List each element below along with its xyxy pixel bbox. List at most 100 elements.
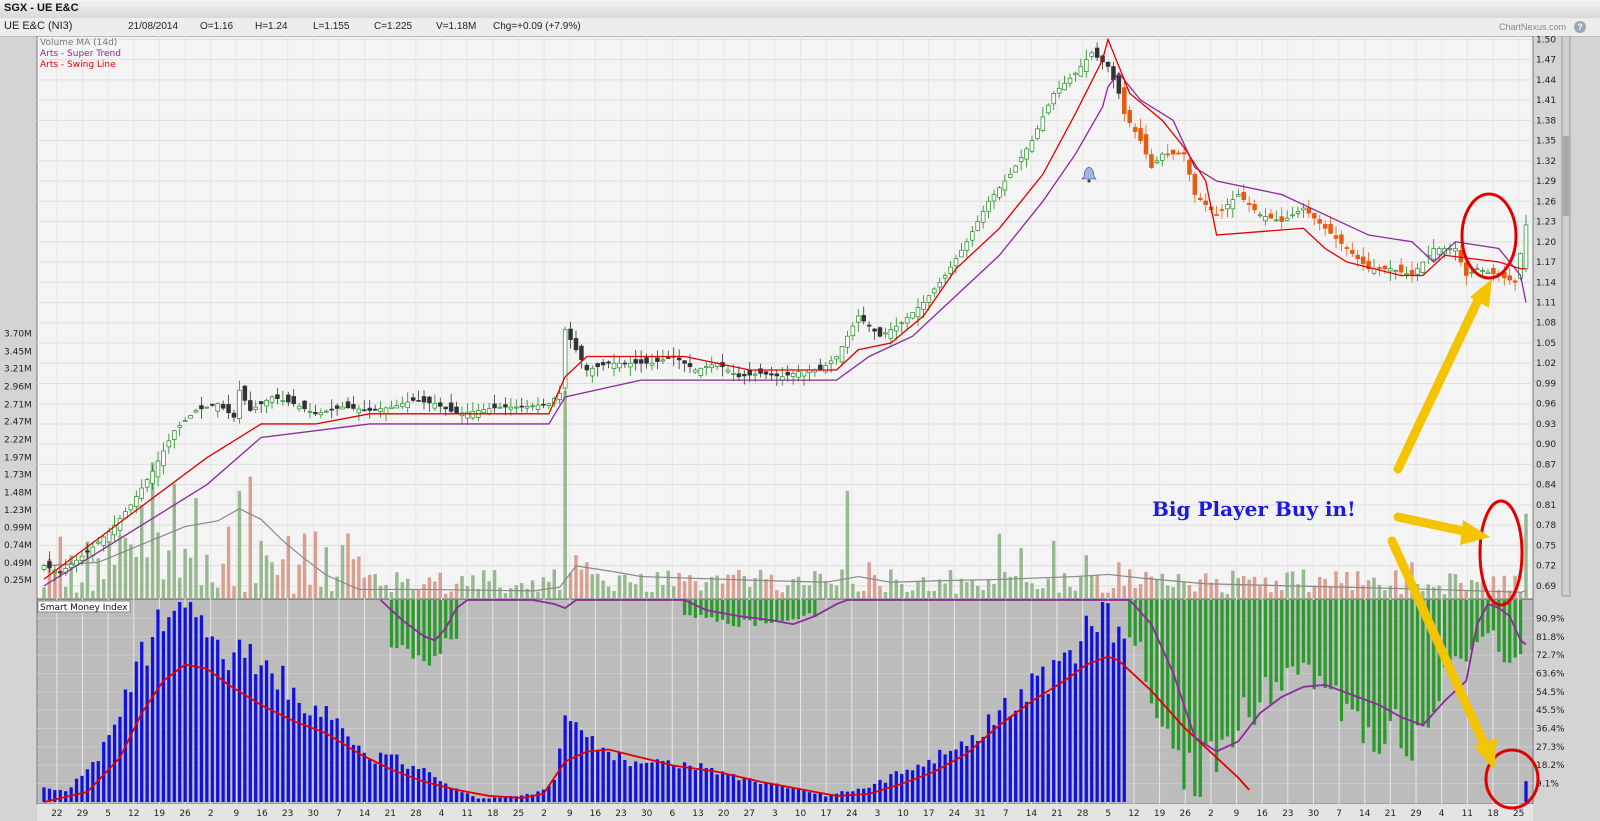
smi-blue-bar: [167, 617, 171, 802]
volume-bar: [1399, 593, 1403, 598]
volume-bar: [167, 550, 171, 598]
volume-bar: [1187, 585, 1192, 598]
price-tick-label: 1.23: [1536, 218, 1556, 228]
price-tick-label: 1.47: [1536, 56, 1556, 66]
candle-body: [231, 412, 237, 418]
quote-volume: V=1.18M: [436, 21, 477, 32]
volume-bar: [145, 557, 149, 598]
x-tick-label: 14: [1026, 809, 1038, 819]
volume-bar: [123, 537, 128, 598]
candle-body: [1122, 87, 1127, 114]
candle-body: [1523, 224, 1529, 270]
legend-super-trend: Arts - Super Trend: [40, 49, 121, 59]
candle-body: [188, 415, 193, 419]
smi-blue-bar: [1062, 652, 1067, 802]
vertical-scrollbar[interactable]: [1561, 36, 1571, 597]
candle-body: [432, 403, 438, 409]
candle-body: [47, 561, 52, 569]
price-tick-label: 1.02: [1536, 359, 1556, 369]
candle-body: [557, 393, 562, 400]
volume-bar: [612, 591, 616, 598]
candle-body: [280, 399, 286, 402]
smi-blue-bar: [661, 761, 665, 802]
candle-body: [443, 406, 448, 410]
smi-blue-bar: [585, 737, 589, 802]
volume-bar: [1323, 578, 1327, 598]
smi-blue-bar: [574, 722, 578, 802]
price-tick-label: 1.17: [1536, 258, 1556, 268]
scrollbar-thumb[interactable]: [1563, 136, 1569, 216]
smi-green-bar: [1307, 600, 1311, 665]
candle-body: [318, 412, 324, 416]
volume-bar: [1149, 576, 1154, 598]
smi-green-bar: [1448, 600, 1452, 661]
smi-blue-bar: [292, 687, 296, 802]
smi-green-bar: [720, 600, 725, 620]
x-tick-label: 11: [1462, 809, 1473, 819]
smi-blue-bar: [492, 797, 497, 802]
x-tick-label: 3: [875, 809, 881, 819]
smi-green-bar: [1280, 600, 1284, 691]
candle-body: [1225, 204, 1230, 210]
candle-body: [242, 385, 248, 401]
volume-bar: [1377, 584, 1382, 598]
volume-bar: [1225, 594, 1230, 598]
candle-body: [1507, 275, 1512, 281]
quote-open: O=1.16: [200, 21, 234, 32]
smi-blue-bar: [1041, 666, 1045, 802]
volume-bar: [563, 390, 567, 598]
candle-body: [752, 373, 758, 376]
volume-bar: [1312, 585, 1317, 598]
volume-bar: [1469, 579, 1474, 598]
candle-body: [41, 565, 47, 570]
candle-body: [340, 406, 345, 410]
smi-green-bar: [726, 600, 730, 624]
volume-bar: [107, 533, 111, 598]
volume-bar: [677, 572, 681, 598]
smi-blue-bar: [731, 773, 736, 802]
volume-bar: [1241, 576, 1246, 598]
smi-blue-bar: [411, 765, 415, 802]
candle-body: [932, 288, 937, 294]
smi-green-bar: [807, 600, 812, 614]
smi-blue-bar: [921, 766, 926, 802]
x-tick-label: 3: [772, 809, 778, 819]
volume-bar: [899, 584, 904, 598]
candle-body: [226, 404, 231, 414]
candle-body: [1170, 149, 1176, 155]
candle-body: [1431, 248, 1436, 260]
candle-body: [166, 440, 172, 448]
smi-green-bar: [1404, 600, 1409, 757]
help-icon[interactable]: ?: [1574, 21, 1586, 33]
candle-body: [144, 479, 150, 488]
candle-body: [1485, 271, 1491, 274]
smi-blue-bar: [845, 791, 850, 802]
smi-blue-bar: [150, 636, 155, 802]
volume-bar: [1117, 562, 1121, 598]
price-tick-label: 0.96: [1536, 400, 1556, 410]
smi-blue-bar: [1090, 626, 1094, 802]
smi-blue-bar: [427, 772, 432, 802]
smi-green-bar: [427, 600, 432, 666]
smi-blue-bar: [471, 796, 475, 802]
smi-green-bar: [1508, 600, 1512, 663]
candle-body: [269, 396, 275, 403]
smi-green-bar: [1231, 600, 1235, 748]
candle-body: [1339, 234, 1344, 244]
smi-blue-bar: [883, 782, 888, 802]
volume-bar: [726, 574, 730, 598]
smi-green-bar: [813, 600, 817, 617]
smi-tick-label: 90.9%: [1536, 614, 1565, 624]
volume-bar: [194, 498, 198, 598]
candle-body: [1002, 180, 1008, 191]
smi-blue-bar: [758, 784, 763, 802]
volume-bar: [1030, 583, 1034, 598]
candle-body: [1132, 127, 1138, 132]
x-tick-label: 28: [1077, 809, 1089, 819]
candle-body: [1067, 77, 1073, 84]
smi-blue-bar: [91, 762, 95, 802]
candle-body: [383, 407, 389, 415]
volume-bar: [1247, 579, 1251, 598]
candle-body: [416, 400, 421, 402]
candle-body: [1436, 248, 1442, 255]
